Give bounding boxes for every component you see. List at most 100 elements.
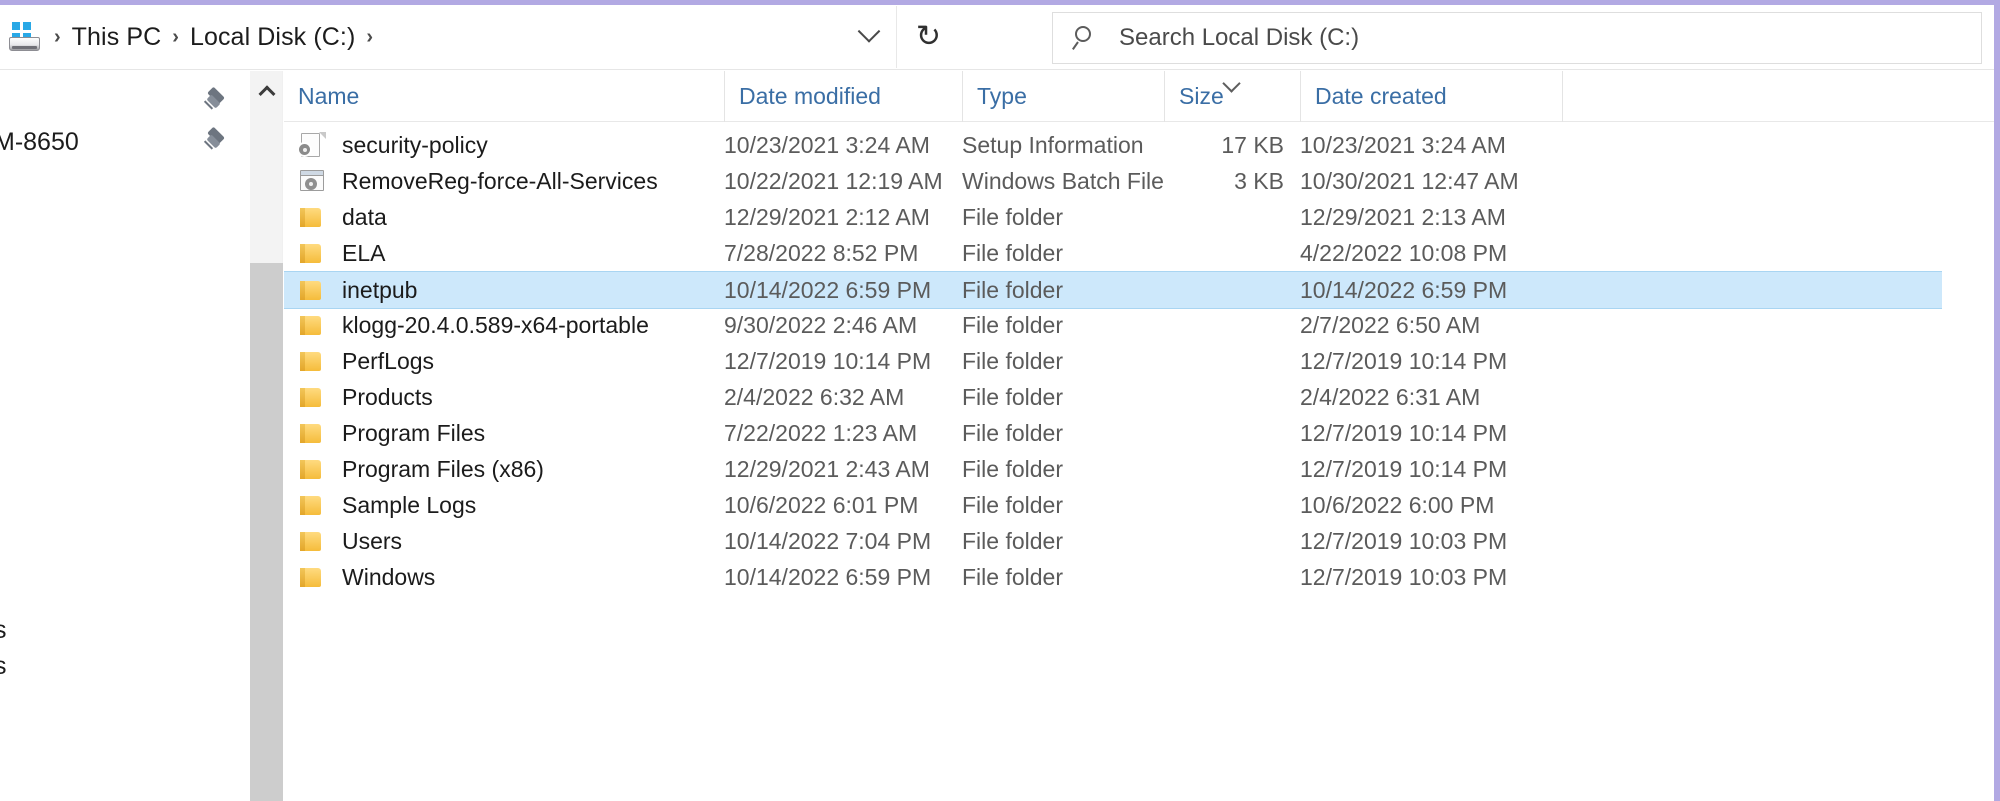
cell-size (1164, 451, 1284, 487)
date-modified-label: 10/14/2022 7:04 PM (724, 528, 931, 555)
breadcrumb-separator-1: › (168, 26, 183, 49)
breadcrumb-separator-2[interactable]: › (362, 26, 377, 49)
document-corner (319, 132, 326, 139)
column-header-date-modified[interactable]: Date modified (724, 71, 962, 122)
cell-date-created: 12/7/2019 10:14 PM (1300, 343, 1507, 379)
breadcrumb-item-this-pc[interactable]: This PC (65, 21, 169, 54)
cell-size (1164, 415, 1284, 451)
size-label: 3 KB (1234, 168, 1284, 195)
nav-item-1-label: M-8650 (0, 128, 79, 157)
cell-name[interactable]: Sample Logs (298, 487, 476, 523)
date-created-label: 12/29/2021 2:13 AM (1300, 204, 1506, 231)
cell-name[interactable]: Users (298, 523, 402, 559)
cell-date-modified: 10/14/2022 7:04 PM (724, 523, 931, 559)
drive-base-glyph (9, 37, 40, 51)
table-row[interactable]: Program Files (x86)12/29/2021 2:43 AMFil… (284, 451, 1942, 487)
table-row[interactable]: Sample Logs10/6/2022 6:01 PMFile folder1… (284, 487, 1942, 523)
table-row[interactable]: Program Files 7/22/2022 1:23 AM File folde… (284, 415, 1942, 451)
column-header-date-created[interactable]: Date created (1300, 71, 1562, 122)
cell-name[interactable]: Windows (298, 559, 435, 595)
folder-icon (298, 491, 328, 519)
folder-fold (300, 424, 305, 443)
nav-item-4-label: s (0, 652, 7, 681)
table-row[interactable]: RemoveReg-force-All-Services10/22/2021 1… (284, 163, 1942, 199)
nav-item-2-label: ; (0, 510, 1, 539)
type-label: File folder (962, 348, 1063, 375)
cell-date-modified: 10/23/2021 3:24 AM (724, 127, 930, 163)
breadcrumb[interactable]: › This PC › Local Disk (C:) › ↻ (0, 6, 968, 68)
cell-name[interactable]: klogg-20.4.0.589-x64-portable (298, 307, 649, 343)
file-name-label: Windows (342, 564, 435, 591)
search-icon-ring (1075, 26, 1091, 42)
cell-date-modified: 12/7/2019 10:14 PM (724, 343, 931, 379)
folder-fold (300, 352, 305, 371)
cell-type: File folder (962, 415, 1063, 451)
pin-icon[interactable] (202, 129, 228, 155)
file-name-label: Users (342, 528, 402, 555)
refresh-button[interactable]: ↻ (896, 6, 960, 68)
folder-icon (298, 347, 328, 375)
chevron-up-icon (258, 85, 275, 102)
nav-item-2[interactable]: ; (0, 501, 250, 547)
column-header-name[interactable]: Name (284, 71, 724, 122)
cell-type: File folder (962, 523, 1063, 559)
table-row[interactable]: security-policy10/23/2021 3:24 AMSetup I… (284, 127, 1942, 163)
file-name-label: Program Files (x86) (342, 456, 544, 483)
breadcrumb-item-local-disk-c[interactable]: Local Disk (C:) (183, 21, 362, 54)
type-label: Windows Batch File (962, 168, 1164, 195)
cell-name[interactable]: ELA (298, 235, 385, 271)
cell-name[interactable]: inetpub (298, 272, 417, 308)
folder-icon (298, 203, 328, 231)
cell-name[interactable]: RemoveReg-force-All-Services (298, 163, 658, 199)
nav-item-4[interactable]: s (0, 643, 250, 689)
cell-name[interactable]: security-policy (298, 127, 488, 163)
cell-name[interactable]: PerfLogs (298, 343, 434, 379)
navigation-pane[interactable]: M-8650 ; s s (0, 71, 250, 801)
navigation-pane-scrollbar[interactable] (250, 71, 283, 801)
date-modified-label: 10/23/2021 3:24 AM (724, 132, 930, 159)
cell-type: File folder (962, 451, 1063, 487)
table-row[interactable]: Products2/4/2022 6:32 AMFile folder2/4/2… (284, 379, 1942, 415)
type-label: File folder (962, 240, 1063, 267)
column-header-size[interactable]: Size (1164, 71, 1300, 122)
cell-size (1164, 199, 1284, 235)
this-pc-icon[interactable] (6, 20, 46, 54)
folder-fold (300, 496, 305, 515)
table-row[interactable]: inetpub10/14/2022 6:59 PMFile folder10/1… (284, 271, 1942, 309)
column-header-type[interactable]: Type (962, 71, 1164, 122)
table-row[interactable]: ELA7/28/2022 8:52 PMFile folder4/22/2022… (284, 235, 1942, 271)
file-name-label: RemoveReg-force-All-Services (342, 168, 658, 195)
table-row[interactable]: PerfLogs 12/7/2019 10:14 PM File folder 12/… (284, 343, 1942, 379)
cell-name[interactable]: data (298, 199, 387, 235)
cell-date-created: 12/7/2019 10:14 PM (1300, 451, 1507, 487)
breadcrumb-dropdown-button[interactable] (845, 13, 893, 61)
date-modified-label: 12/29/2021 2:12 AM (724, 204, 930, 231)
table-row[interactable]: Windows10/14/2022 6:59 PMFile folder12/7… (284, 559, 1942, 595)
folder-icon (298, 311, 328, 339)
cell-name[interactable]: Program Files (x86) (298, 451, 544, 487)
folder-icon (298, 527, 328, 555)
cell-name[interactable]: Program Files (298, 415, 485, 451)
type-label: File folder (962, 384, 1063, 411)
column-header-row[interactable]: Name Date modified Type Size Date create… (284, 71, 1994, 122)
type-label: File folder (962, 277, 1063, 304)
pin-icon[interactable] (202, 89, 228, 115)
table-row[interactable]: klogg-20.4.0.589-x64-portable9/30/2022 2… (284, 307, 1942, 343)
file-name-label: data (342, 204, 387, 231)
scroll-up-button[interactable] (250, 71, 283, 111)
column-header-end-divider (1562, 71, 1563, 122)
cell-date-modified: 7/22/2022 1:23 AM (724, 415, 917, 451)
file-list-view[interactable]: Name Date modified Type Size Date create… (284, 71, 1994, 801)
folder-icon (298, 419, 328, 447)
cell-name[interactable]: Products (298, 379, 433, 415)
batch-titlebar (301, 171, 323, 176)
folder-icon (298, 239, 328, 267)
cell-size (1164, 272, 1284, 308)
search-box[interactable] (1052, 12, 1982, 64)
nav-item-1[interactable]: M-8650 (0, 119, 250, 165)
search-input[interactable] (1119, 24, 1939, 52)
cell-date-created: 12/7/2019 10:03 PM (1300, 559, 1507, 595)
table-row[interactable]: data12/29/2021 2:12 AMFile folder12/29/2… (284, 199, 1942, 235)
scrollbar-thumb[interactable] (250, 263, 283, 801)
table-row[interactable]: Users10/14/2022 7:04 PMFile folder12/7/2… (284, 523, 1942, 559)
